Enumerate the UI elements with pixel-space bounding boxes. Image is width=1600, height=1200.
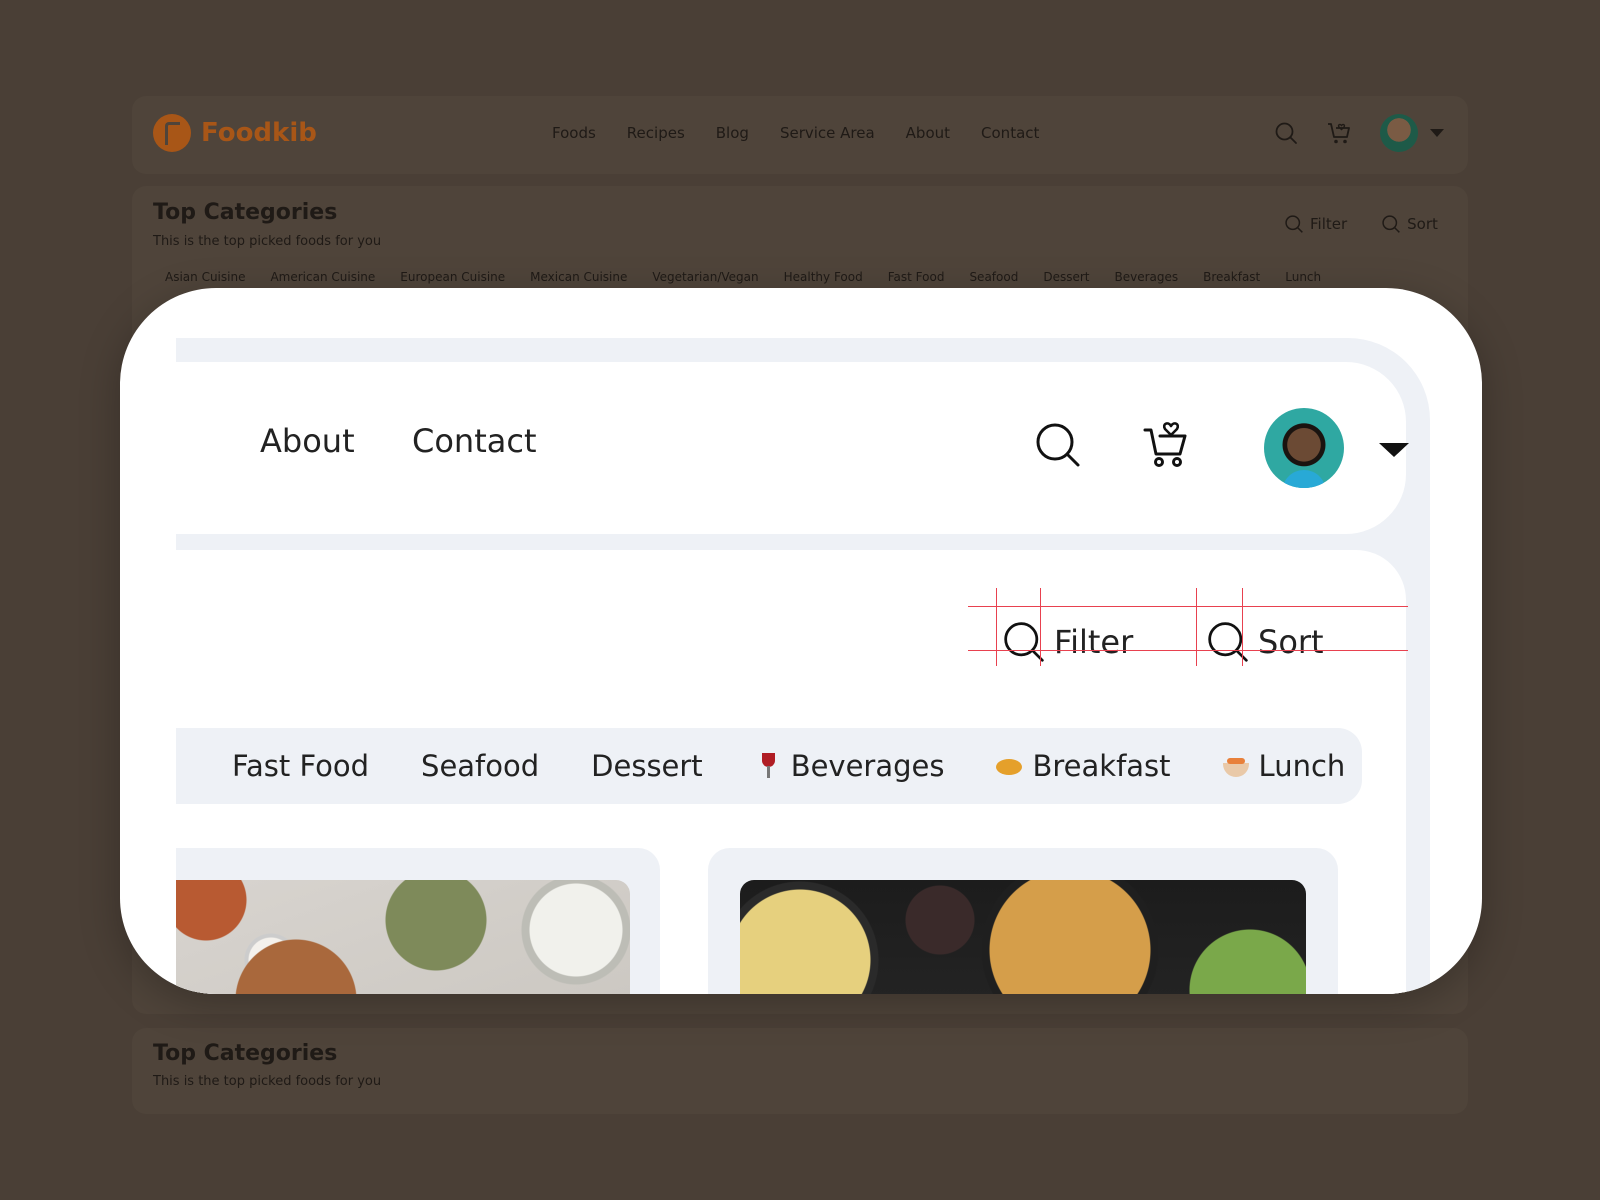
chip-seafood[interactable]: Seafood — [421, 749, 539, 783]
nav-item-recipes[interactable]: Recipes — [627, 124, 685, 142]
search-icon[interactable] — [1274, 121, 1298, 145]
cart-heart-icon[interactable] — [1326, 120, 1352, 146]
section-title-2: Top Categories — [153, 1041, 338, 1066]
wine-glass-icon — [755, 753, 781, 779]
main-nav: Foods Recipes Blog Service Area About Co… — [552, 124, 1039, 142]
chevron-down-icon[interactable] — [1430, 129, 1444, 137]
zoom-categories-section: Filter Sort Fast Food Seafood Dessert Be… — [176, 550, 1408, 994]
guide-line — [968, 650, 1408, 651]
nav-item-about[interactable]: About — [906, 124, 950, 142]
filter-label: Filter — [1054, 623, 1134, 661]
chevron-down-icon[interactable] — [1379, 443, 1409, 457]
chip-label: Breakfast — [1032, 749, 1171, 783]
cart-heart-icon[interactable] — [1142, 418, 1190, 470]
pancake-icon — [996, 753, 1023, 779]
food-card[interactable] — [708, 848, 1338, 994]
chip-label: Lunch — [1258, 749, 1346, 783]
food-image — [740, 880, 1306, 994]
filter-button[interactable]: Filter — [1002, 620, 1133, 664]
section-title: Top Categories — [153, 200, 338, 225]
chip-lunch[interactable]: Lunch — [1222, 749, 1346, 783]
chip-beverages[interactable]: Beverages — [755, 749, 945, 783]
nav-item-contact[interactable]: Contact — [981, 124, 1039, 142]
nav-item-about[interactable]: About — [260, 422, 355, 460]
section-tools: Filter Sort — [1284, 214, 1438, 234]
nav-item-foods[interactable]: Foods — [552, 124, 596, 142]
section-subtitle-2: This is the top picked foods for you — [153, 1074, 382, 1089]
food-image — [176, 880, 630, 994]
sort-button[interactable]: Sort — [1381, 214, 1438, 234]
guide-line — [968, 606, 1408, 607]
nav-item-service-area[interactable]: Service Area — [780, 124, 875, 142]
filter-button[interactable]: Filter — [1284, 214, 1347, 234]
chip-label: Seafood — [421, 749, 540, 783]
chip-dessert[interactable]: Dessert — [591, 749, 703, 783]
chip-label: Fast Food — [232, 749, 370, 783]
avatar[interactable] — [1264, 408, 1344, 488]
search-icon — [1285, 215, 1303, 233]
section-subtitle: This is the top picked foods for you — [153, 234, 382, 249]
logo-icon — [153, 114, 191, 152]
nav-item-contact[interactable]: Contact — [412, 422, 537, 460]
search-icon[interactable] — [1034, 421, 1082, 469]
noodle-bowl-icon — [1222, 753, 1249, 779]
chip-label: Beverages — [790, 749, 945, 783]
food-card[interactable] — [176, 848, 660, 994]
filter-label: Filter — [1310, 215, 1348, 233]
sort-label: Sort — [1407, 215, 1438, 233]
guide-line — [1196, 588, 1197, 666]
guide-line — [996, 588, 997, 666]
guide-line — [1040, 588, 1041, 666]
search-icon — [1382, 215, 1401, 233]
chip-fast-food[interactable]: Fast Food — [232, 749, 369, 783]
chip-breakfast[interactable]: Breakfast — [996, 749, 1171, 783]
chip-label: Dessert — [591, 749, 703, 783]
sort-button[interactable]: Sort — [1206, 620, 1324, 664]
header-actions — [1274, 114, 1444, 152]
avatar[interactable] — [1380, 114, 1418, 152]
logo[interactable]: Foodkib — [153, 114, 317, 152]
sort-label: Sort — [1258, 623, 1324, 661]
nav-item-blog[interactable]: Blog — [716, 124, 749, 142]
zoom-header: About Contact — [176, 362, 1409, 534]
brand-name: Foodkib — [201, 118, 317, 148]
zoom-detail-card: About Contact Filter Sort Fast Food Seaf… — [120, 288, 1482, 994]
guide-line — [1242, 588, 1243, 666]
category-chips: Fast Food Seafood Dessert Beverages Brea… — [176, 728, 1362, 804]
search-icon — [1208, 622, 1248, 662]
